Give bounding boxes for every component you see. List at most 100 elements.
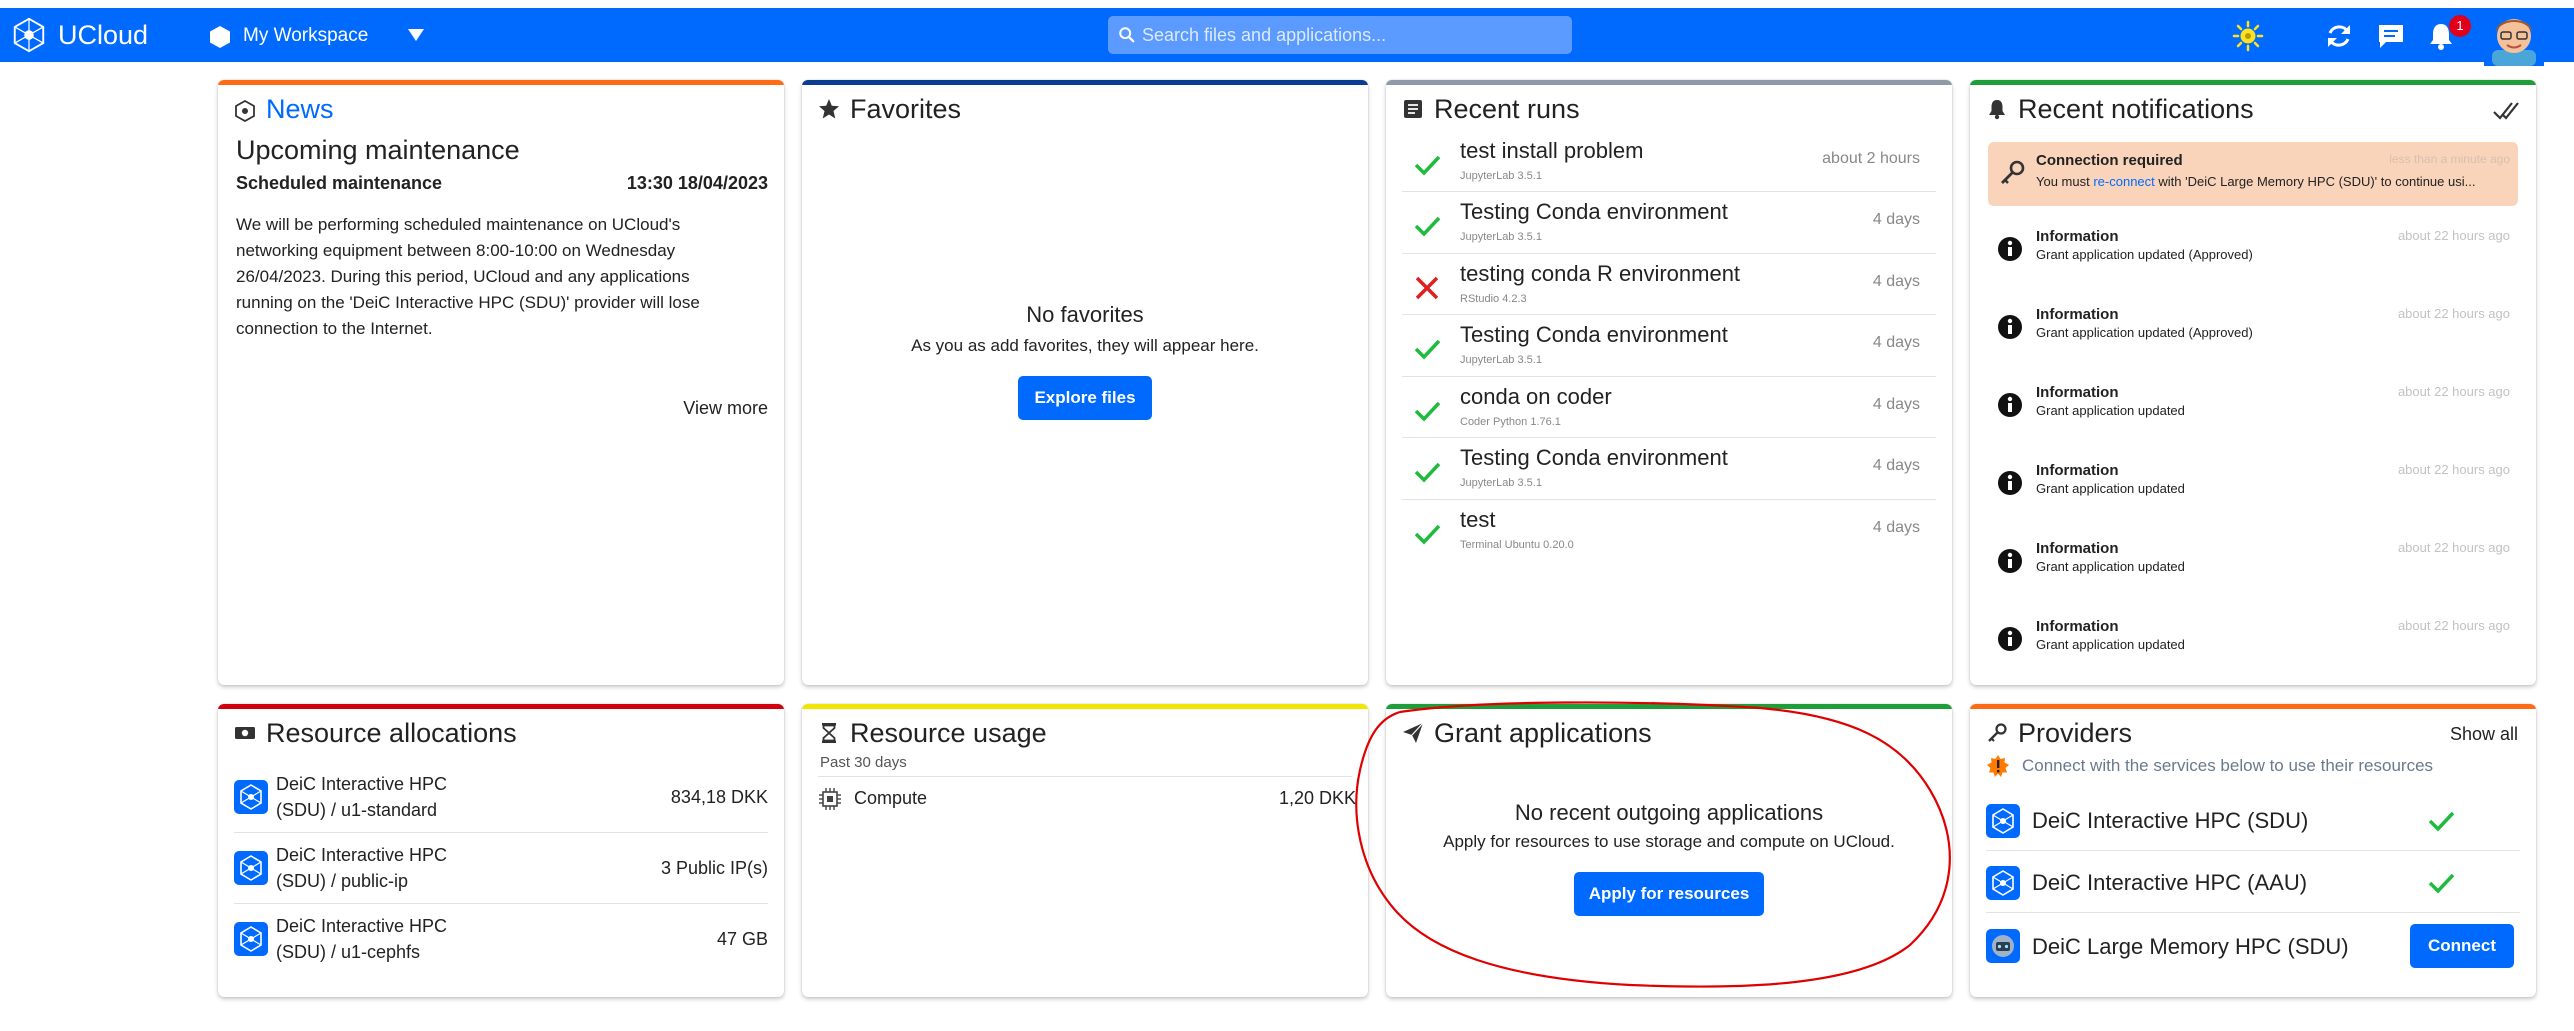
recent-runs-card-accent [1386,80,1952,85]
allocations-title: Resource allocations [266,718,517,748]
run-app: JupyterLab 3.5.1 [1460,354,1542,366]
divider [1402,191,1936,192]
usage-row[interactable]: Compute 1,20 DKK [818,780,1356,814]
connect-button[interactable]: Connect [2410,924,2514,968]
news-title[interactable]: News [266,94,334,125]
grants-empty-text: Apply for resources to use storage and c… [1443,832,1895,851]
grants-card-accent [1386,704,1952,709]
run-row[interactable]: Testing Conda environment JupyterLab 3.5… [1402,439,1936,499]
usage-period: Past 30 days [820,754,907,771]
run-row[interactable]: test Terminal Ubuntu 0.20.0 4 days [1402,501,1936,561]
news-body-line: We will be performing scheduled maintena… [236,215,681,234]
navbar: UCloud My Workspace 1 [0,8,2574,66]
run-time: 4 days [1872,334,1920,351]
notification-title: Information [2036,228,2119,245]
search-icon [1119,27,1135,43]
divider [1986,912,2520,913]
allocation-name-line2: (SDU) / u1-standard [276,800,438,820]
workspace-icon[interactable] [208,25,232,49]
notification-title: Information [2036,540,2119,557]
workspace-selector[interactable]: My Workspace [243,25,368,47]
notification-item[interactable]: Information Grant application updated (A… [1988,298,2518,358]
run-row[interactable]: Testing Conda environment JupyterLab 3.5… [1402,316,1936,376]
divider [818,776,1352,777]
reconnect-link[interactable]: re-connect [2093,174,2154,189]
notification-item[interactable]: Information Grant application updated (A… [1988,220,2518,280]
explore-files-button[interactable]: Explore files [1018,376,1152,420]
provider-icon [1986,804,2020,838]
notification-time: about 22 hours ago [2397,462,2510,477]
ucloud-logo-icon[interactable] [10,16,48,54]
checkmark-icon [1414,401,1441,422]
key-icon [1988,723,2007,742]
cpu-icon [819,788,841,810]
usage-card-accent [802,704,1368,709]
apply-for-resources-button[interactable]: Apply for resources [1574,872,1764,916]
info-icon [1998,315,2022,339]
provider-name: DeiC Interactive HPC (SDU) [2032,808,2309,833]
provider-icon [1986,929,2020,963]
divider [1402,376,1936,377]
run-app: Terminal Ubuntu 0.20.0 [1460,539,1574,551]
grant-applications-card: Grant applications No recent outgoing ap… [1386,704,1952,997]
connection-text: You must re-connect with 'DeiC Large Mem… [2036,174,2475,189]
notification-text: Grant application updated (Approved) [2036,325,2253,340]
favorites-card: Favorites No favorites As you as add fav… [802,80,1368,685]
notification-item[interactable]: Information Grant application updated ab… [1988,532,2518,592]
brand-name[interactable]: UCloud [58,20,148,51]
run-row[interactable]: testing conda R environment RStudio 4.2.… [1402,255,1936,315]
checkmark-icon [2428,811,2455,832]
warning-icon [1987,755,2009,777]
notification-item[interactable]: Information Grant application updated ab… [1988,610,2518,670]
provider-icon [234,922,268,956]
chat-icon[interactable] [2376,21,2406,51]
search-input[interactable] [1142,16,1562,54]
info-icon [1998,237,2022,261]
key-icon [2001,160,2025,184]
window-top-strip [0,0,2574,8]
allocation-row[interactable]: DeiC Interactive HPC (SDU) / public-ip 3… [234,837,768,903]
star-icon [819,99,839,119]
provider-row[interactable]: DeiC Interactive HPC (SDU) [1986,792,2520,850]
sun-icon[interactable] [2232,20,2264,52]
provider-row[interactable]: DeiC Interactive HPC (AAU) [1986,854,2520,912]
run-row[interactable]: test install problem JupyterLab 3.5.1 ab… [1402,132,1936,192]
view-more-link[interactable]: View more [683,398,768,419]
checkmark-icon [2428,873,2455,894]
run-time: 4 days [1872,396,1920,413]
connection-text-before: You must [2036,174,2094,189]
run-row[interactable]: Testing Conda environment JupyterLab 3.5… [1402,193,1936,253]
show-all-link[interactable]: Show all [2450,724,2518,745]
divider [1402,437,1936,438]
grants-title: Grant applications [1434,718,1652,748]
allocation-row[interactable]: DeiC Interactive HPC (SDU) / u1-standard… [234,766,768,832]
news-body-line: connection to the Internet. [236,319,433,338]
runs-icon [1404,100,1422,118]
checkmark-icon [1414,216,1441,237]
notification-badge[interactable]: 1 [2449,15,2471,37]
search-box[interactable] [1108,16,1572,54]
info-icon [1998,471,2022,495]
providers-title: Providers [2018,718,2133,748]
news-icon [235,100,255,122]
allocation-value: 3 Public IP(s) [660,858,768,878]
hourglass-icon [822,723,836,743]
connection-required-notification[interactable]: Connection required less than a minute a… [1988,142,2518,206]
connection-text-after: with 'DeiC Large Memory HPC (SDU)' to co… [2154,174,2476,189]
notification-item[interactable]: Information Grant application updated ab… [1988,454,2518,514]
notification-item[interactable]: Information Grant application updated ab… [1988,376,2518,436]
refresh-icon[interactable] [2324,21,2354,51]
caret-down-icon[interactable] [408,29,424,41]
run-name: Testing Conda environment [1460,445,1728,470]
avatar[interactable] [2484,10,2544,66]
check-double-icon[interactable] [2492,98,2522,124]
allocation-value: 47 GB [716,929,768,949]
provider-row[interactable]: DeiC Large Memory HPC (SDU) Connect [1986,916,2520,976]
allocation-row[interactable]: DeiC Interactive HPC (SDU) / u1-cephfs 4… [234,908,768,974]
run-row[interactable]: conda on coder Coder Python 1.76.1 4 day… [1402,378,1936,438]
provider-icon [1986,866,2020,900]
notifications-card-accent [1970,80,2536,85]
paper-plane-icon [1403,722,1424,743]
allocation-name-line1: DeiC Interactive HPC [276,916,448,936]
connection-title: Connection required [2036,152,2183,169]
